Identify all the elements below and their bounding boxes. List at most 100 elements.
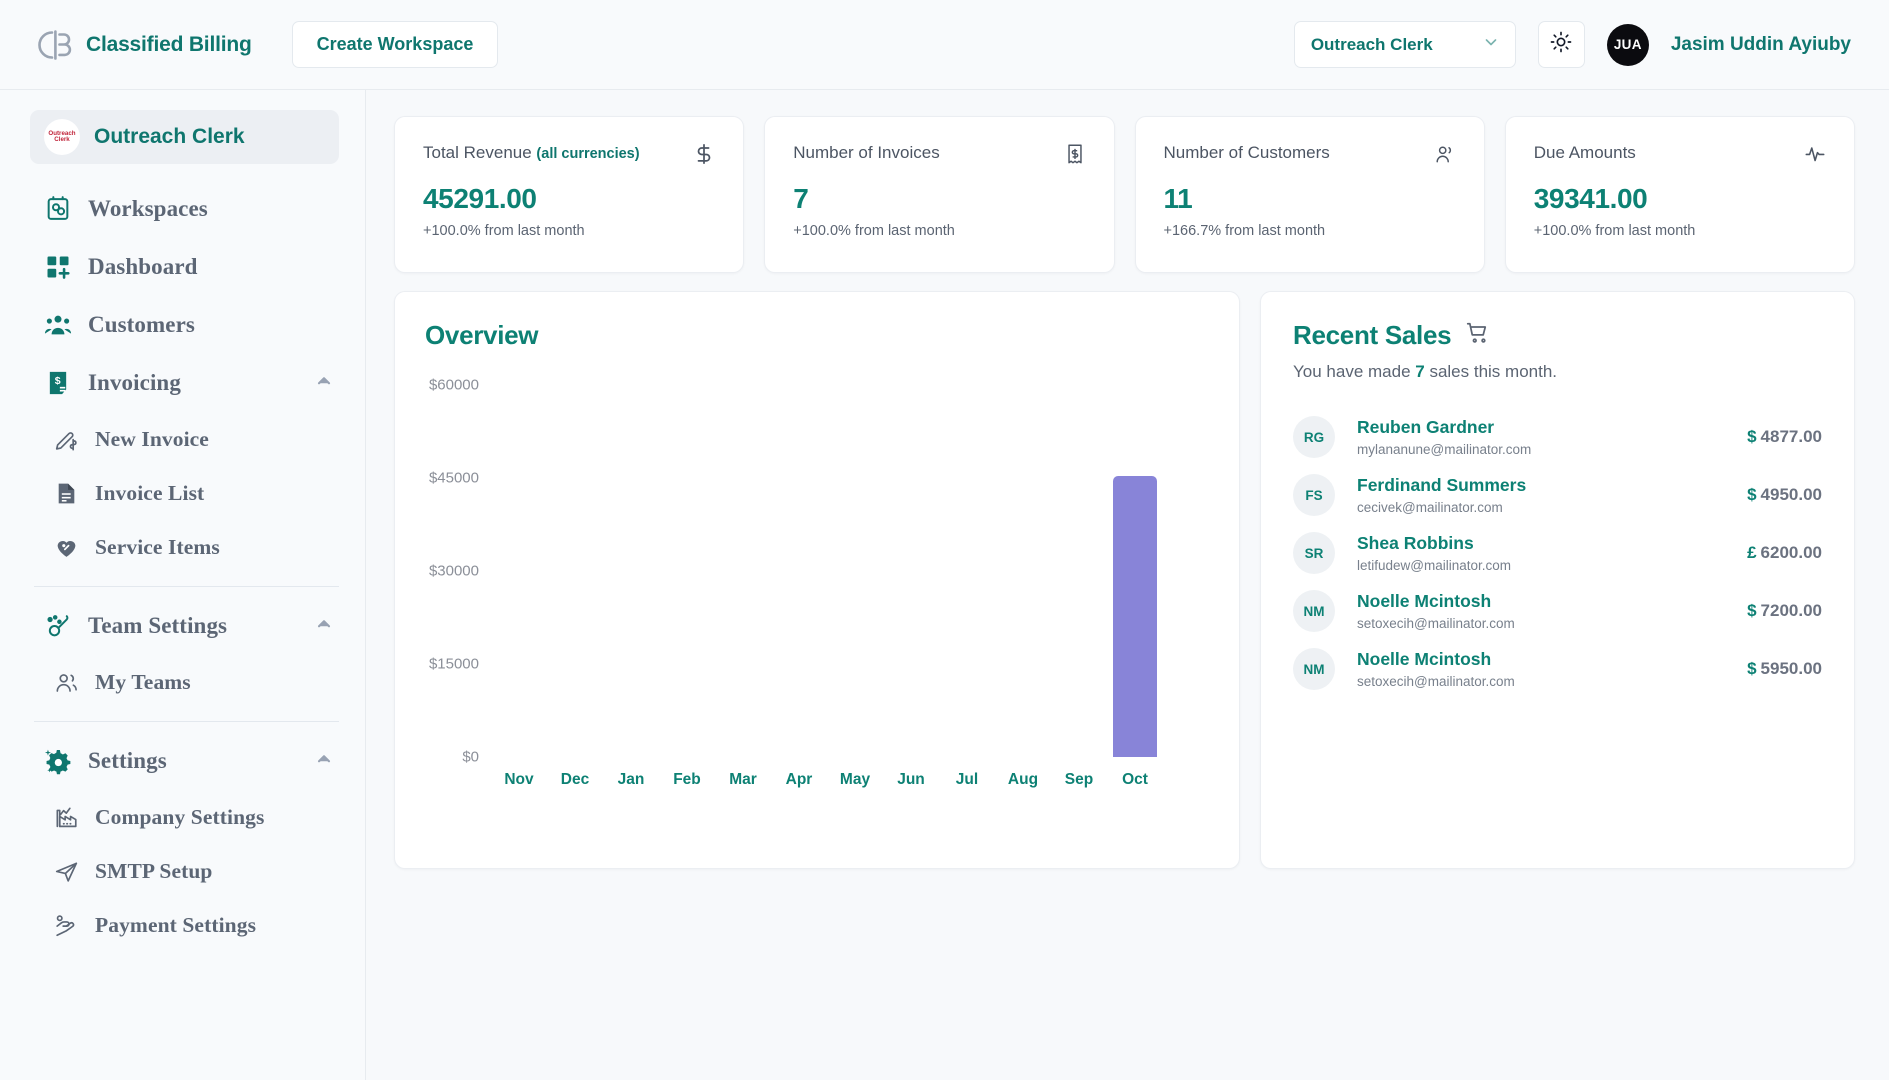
theme-toggle-button[interactable] bbox=[1537, 21, 1585, 68]
service-items-icon bbox=[54, 535, 79, 560]
chevron-up-icon[interactable] bbox=[315, 750, 333, 773]
sidebar-item-settings[interactable]: Settings bbox=[30, 732, 339, 790]
chart-x-tick-label: Oct bbox=[1122, 771, 1148, 788]
chart-bar-slot bbox=[939, 385, 995, 757]
sidebar-item-invoicing[interactable]: $ Invoicing bbox=[30, 354, 339, 412]
sun-icon bbox=[1550, 31, 1572, 58]
recent-sale-email: cecivek@mailinator.com bbox=[1357, 499, 1503, 515]
chart-bar-slot bbox=[603, 385, 659, 757]
stat-card-header: Due Amounts bbox=[1534, 143, 1826, 170]
recent-sales-header: Recent Sales bbox=[1293, 320, 1822, 351]
brand-name: Classified Billing bbox=[86, 32, 252, 56]
recent-sale-meta: Shea Robbins letifudew@mailinator.com bbox=[1357, 533, 1511, 573]
sidebar-item-team-settings[interactable]: Team Settings bbox=[30, 597, 339, 655]
recent-sales-panel: Recent Sales You have made 7 sales this … bbox=[1260, 291, 1855, 869]
sidebar-item-label: Payment Settings bbox=[95, 912, 257, 937]
recent-sale-name: Reuben Gardner bbox=[1357, 417, 1495, 438]
chart-y-tick-label: $15000 bbox=[428, 655, 479, 673]
avatar: NM bbox=[1293, 590, 1335, 632]
recent-sale-amount: $4877.00 bbox=[1747, 427, 1822, 447]
stat-card-subtext: +100.0% from last month bbox=[793, 223, 955, 239]
workspace-logo-icon: Outreach Clerk bbox=[44, 119, 80, 155]
sales-subtitle-count: 7 bbox=[1415, 362, 1425, 381]
sidebar-item-new-invoice[interactable]: New Invoice bbox=[30, 412, 339, 466]
recent-sale-name: Ferdinand Summers bbox=[1357, 475, 1527, 496]
chevron-up-icon[interactable] bbox=[315, 372, 333, 395]
stat-card: Number of Invoices 7 +100.0% from last m… bbox=[764, 116, 1115, 273]
sidebar-item-company-settings[interactable]: Company Settings bbox=[30, 790, 339, 844]
chevron-down-icon bbox=[1483, 34, 1499, 55]
stat-card-title-text: Due Amounts bbox=[1533, 143, 1636, 162]
stat-card-subtext: +100.0% from last month bbox=[1533, 223, 1696, 239]
recent-sale-row[interactable]: NM Noelle Mcintosh setoxecih@mailinator.… bbox=[1293, 582, 1822, 640]
recent-sale-name: Noelle Mcintosh bbox=[1357, 649, 1492, 670]
shopping-cart-icon bbox=[1465, 320, 1491, 351]
workspace-select[interactable]: Outreach Clerk bbox=[1293, 21, 1516, 68]
sidebar-item-workspaces[interactable]: Workspaces bbox=[30, 180, 339, 238]
chart-y-tick-label: $30000 bbox=[428, 562, 479, 580]
workspace-logo-line2: Clerk bbox=[54, 136, 70, 143]
sidebar-item-label: SMTP Setup bbox=[95, 858, 213, 883]
chart-bar-slot bbox=[547, 385, 603, 757]
sidebar-workspace-chip[interactable]: Outreach Clerk Outreach Clerk bbox=[30, 110, 339, 164]
stat-card-title: Due Amounts bbox=[1534, 143, 1636, 163]
invoice-list-icon bbox=[54, 481, 79, 506]
brand[interactable]: Classified Billing bbox=[38, 28, 252, 62]
stat-card-title-text: Total Revenue bbox=[423, 143, 532, 162]
sidebar-item-my-teams[interactable]: My Teams bbox=[30, 655, 339, 709]
chart-bars bbox=[491, 385, 1163, 757]
stat-card-header: Number of Customers bbox=[1164, 143, 1456, 170]
recent-sale-email: setoxecih@mailinator.com bbox=[1357, 673, 1515, 689]
user-name: Jasim Uddin Ayiuby bbox=[1670, 33, 1851, 55]
chart-bar-slot bbox=[491, 385, 547, 757]
panels-row: Overview $0 $15000 $30000 $45000 $60000 Nov D… bbox=[394, 291, 1855, 869]
top-header-bar: Classified Billing Create Workspace Outr… bbox=[0, 0, 1889, 90]
sidebar-item-invoice-list[interactable]: Invoice List bbox=[30, 466, 339, 520]
smtp-setup-icon bbox=[54, 859, 79, 884]
chart-y-tick-label: $45000 bbox=[428, 469, 479, 487]
recent-sale-meta: Noelle Mcintosh setoxecih@mailinator.com bbox=[1357, 591, 1515, 631]
overview-bar-chart: $0 $15000 $30000 $45000 $60000 Nov Dec Jan Feb M… bbox=[425, 373, 1209, 803]
sidebar-item-customers[interactable]: Customers bbox=[30, 296, 339, 354]
sidebar-divider bbox=[34, 721, 339, 722]
sidebar-item-dashboard[interactable]: Dashboard bbox=[30, 238, 339, 296]
recent-sale-meta: Noelle Mcintosh setoxecih@mailinator.com bbox=[1357, 649, 1515, 689]
chart-bar-slot bbox=[1107, 385, 1163, 757]
recent-sale-row[interactable]: NM Noelle Mcintosh setoxecih@mailinator.… bbox=[1293, 640, 1822, 698]
stat-card-value: 7 bbox=[793, 183, 809, 214]
cb-logo-icon bbox=[38, 28, 72, 62]
stat-card-value: 39341.00 bbox=[1533, 183, 1648, 214]
recent-sale-amount: $7200.00 bbox=[1747, 601, 1822, 621]
chart-bar-slot bbox=[715, 385, 771, 757]
sidebar-item-smtp-setup[interactable]: SMTP Setup bbox=[30, 844, 339, 898]
recent-sale-amount: $5950.00 bbox=[1747, 659, 1822, 679]
recent-sale-currency: $ bbox=[1747, 659, 1757, 678]
chart-x-tick-label: Nov bbox=[504, 771, 534, 788]
company-settings-icon bbox=[54, 805, 79, 830]
create-workspace-button[interactable]: Create Workspace bbox=[291, 21, 499, 68]
stat-card-title-text: Number of Customers bbox=[1163, 143, 1330, 162]
sidebar-nav: Workspaces Dashboard Customers $ Invoicing Ne… bbox=[30, 180, 339, 952]
stat-card-subtext: +166.7% from last month bbox=[1163, 223, 1326, 239]
recent-sale-row[interactable]: SR Shea Robbins letifudew@mailinator.com… bbox=[1293, 524, 1822, 582]
avatar: FS bbox=[1293, 474, 1335, 516]
main-content: Total Revenue (all currencies) 45291.00 … bbox=[366, 90, 1889, 1080]
chart-x-tick-label: Mar bbox=[729, 771, 757, 788]
team-settings-icon bbox=[44, 612, 72, 640]
stat-cards-row: Total Revenue (all currencies) 45291.00 … bbox=[394, 116, 1855, 273]
chart-bar-slot bbox=[995, 385, 1051, 757]
recent-sale-name: Noelle Mcintosh bbox=[1357, 591, 1492, 612]
sidebar-item-payment-settings[interactable]: Payment Settings bbox=[30, 898, 339, 952]
avatar[interactable]: JUA bbox=[1606, 23, 1649, 66]
sales-subtitle-prefix: You have made bbox=[1293, 362, 1416, 381]
chevron-up-icon[interactable] bbox=[315, 615, 333, 638]
chart-x-axis: Nov Dec Jan Feb Mar Apr May Jun Jul Aug Sep Oct bbox=[491, 771, 1163, 789]
recent-sale-row[interactable]: FS Ferdinand Summers cecivek@mailinator.… bbox=[1293, 466, 1822, 524]
chart-bar[interactable] bbox=[1113, 476, 1157, 757]
recent-sale-row[interactable]: RG Reuben Gardner mylananune@mailinator.… bbox=[1293, 408, 1822, 466]
chart-bar-slot bbox=[883, 385, 939, 757]
activity-icon bbox=[1804, 143, 1826, 170]
sidebar-item-label: Team Settings bbox=[88, 613, 228, 638]
sidebar-item-service-items[interactable]: Service Items bbox=[30, 520, 339, 574]
stat-card: Total Revenue (all currencies) 45291.00 … bbox=[394, 116, 745, 273]
